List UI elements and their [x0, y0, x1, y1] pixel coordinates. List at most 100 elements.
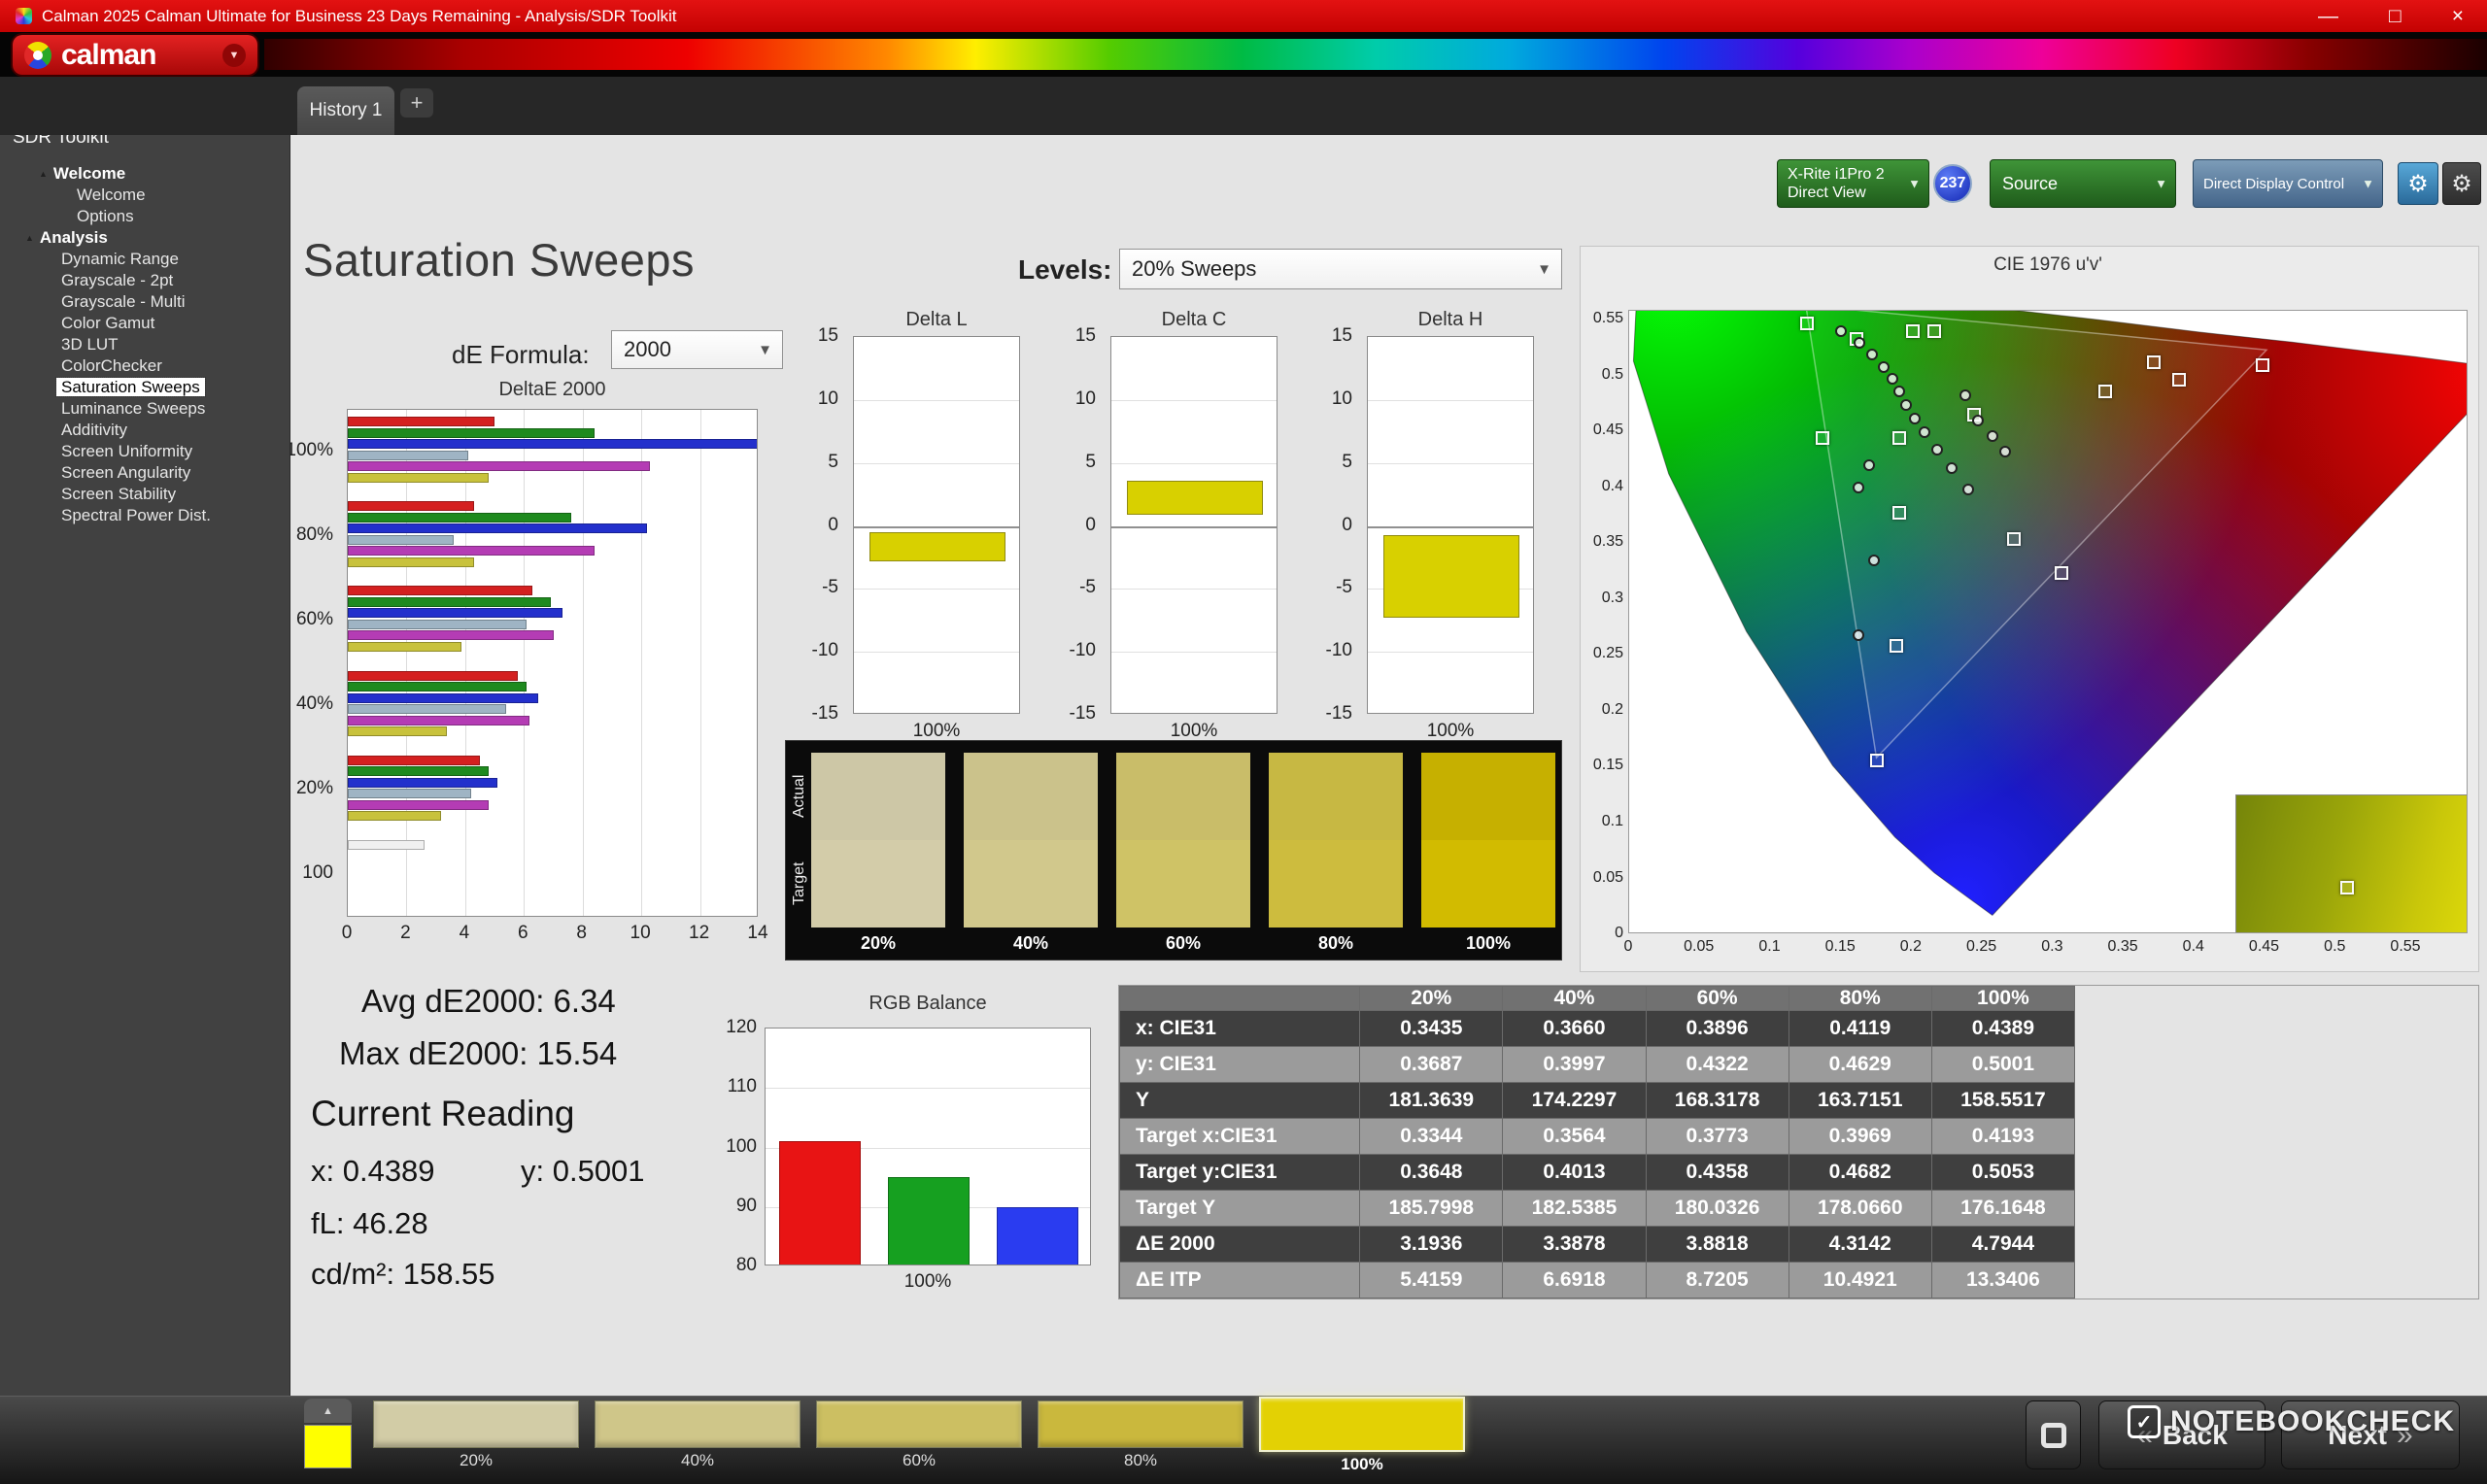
rgb-balance-chart: RGB Balance 120 110 100 90 80 100%: [679, 993, 1107, 1292]
axis-label: 0.3: [2041, 938, 2063, 955]
sidebar-item-grayscale-2pt[interactable]: Grayscale - 2pt: [0, 270, 290, 291]
tab-history-1[interactable]: History 1: [297, 86, 394, 135]
max-de2000-reading: Max dE2000: 15.54: [339, 1035, 618, 1071]
delta-h-x-label: 100%: [1426, 721, 1475, 741]
sidebar-item-color-gamut[interactable]: Color Gamut: [0, 313, 290, 334]
rainbow-strip: [264, 39, 2487, 70]
bar-blue: [348, 523, 648, 534]
sidebar-item-screen-uniformity[interactable]: Screen Uniformity: [0, 441, 290, 462]
sidebar-item-additivity[interactable]: Additivity: [0, 420, 290, 441]
sidebar-item-colorchecker[interactable]: ColorChecker: [0, 355, 290, 377]
tree-item-label: Welcome: [77, 186, 146, 204]
minimize-button[interactable]: —: [2318, 0, 2338, 32]
next-label: Next: [2328, 1419, 2387, 1450]
measurement-marker: [1892, 385, 1905, 397]
chart-title: RGB Balance: [869, 993, 987, 1014]
pattern-level-40[interactable]: 40%: [595, 1400, 801, 1474]
table-row: x: CIE31 0.3435 0.3660 0.3896 0.4119 0.4389: [1118, 1010, 2076, 1047]
stop-button[interactable]: [2026, 1400, 2081, 1469]
target-marker: [2171, 373, 2186, 388]
logo-menu-button[interactable]: ▼: [222, 43, 246, 67]
levels-select[interactable]: 20% Sweeps ▼: [1119, 249, 1562, 289]
de-formula-select[interactable]: 2000 ▼: [611, 330, 783, 369]
tree-item-label: Spectral Power Dist.: [61, 506, 211, 524]
axis-label: 0.25: [1592, 645, 1623, 662]
axis-label: 0.5: [2324, 938, 2346, 955]
deltae2000-plot: [347, 409, 758, 917]
de-formula-value: 2000: [624, 337, 671, 361]
measurement-marker: [1945, 462, 1958, 475]
bar-green: [348, 766, 489, 777]
active-pattern-chip[interactable]: [304, 1425, 352, 1468]
pattern-level-100[interactable]: 100%: [1259, 1397, 1465, 1474]
bar-yellow: [348, 811, 442, 822]
axis-label: 80: [735, 1255, 757, 1275]
sidebar-item-grayscale-multi[interactable]: Grayscale - Multi: [0, 291, 290, 313]
axis-label: 0.25: [1966, 938, 1997, 955]
bar-yellow: [348, 472, 489, 483]
sidebar-item-dynamic-range[interactable]: Dynamic Range: [0, 249, 290, 270]
bar-red: [348, 670, 519, 681]
target-marker: [2006, 531, 2021, 546]
sidebar-item-options[interactable]: Options: [0, 206, 290, 227]
target-swatch: [1269, 840, 1403, 928]
pattern-level-20[interactable]: 20%: [373, 1400, 579, 1474]
current-x-reading: x: 0.4389: [311, 1154, 435, 1188]
axis-label: 14: [747, 923, 768, 943]
sidebar-item-luminance-sweeps[interactable]: Luminance Sweeps: [0, 398, 290, 420]
sidebar-item-welcome[interactable]: Welcome: [0, 185, 290, 206]
bar-magenta: [348, 461, 651, 471]
chart-title: Delta L: [905, 309, 968, 330]
axis-label: 0.2: [1899, 938, 1923, 955]
axis-label: 90: [735, 1195, 757, 1216]
axis-label: 4: [459, 923, 470, 943]
maximize-button[interactable]: □: [2389, 0, 2402, 32]
sidebar-item-3d-lut[interactable]: 3D LUT: [0, 334, 290, 355]
preferences-gear-button[interactable]: ⚙: [2442, 162, 2481, 205]
tree-group-welcome[interactable]: ▲ Welcome: [0, 163, 290, 185]
actual-swatch: [1421, 753, 1555, 840]
table-header-cell: 60%: [1645, 986, 1789, 1011]
pattern-level-60[interactable]: 60%: [816, 1400, 1022, 1474]
display-control-dropdown[interactable]: Direct Display Control ▼: [2193, 159, 2383, 208]
axis-label: 110: [727, 1076, 757, 1097]
tree-group-analysis[interactable]: ▲ Analysis: [0, 227, 290, 249]
meter-dropdown[interactable]: X-Rite i1Pro 2 Direct View ▼: [1777, 159, 1929, 208]
source-dropdown[interactable]: Source ▼: [1990, 159, 2176, 208]
table-header-cell: 40%: [1502, 986, 1647, 1011]
axis-label: 0.3: [1601, 589, 1623, 606]
sidebar-item-spectral-power-dist[interactable]: Spectral Power Dist.: [0, 505, 290, 526]
pattern-level-80[interactable]: 80%: [1038, 1400, 1244, 1474]
measurement-marker: [1972, 414, 1985, 426]
sidebar-item-saturation-sweeps[interactable]: Saturation Sweeps: [0, 377, 290, 398]
target-swatch: [1421, 840, 1555, 928]
gridline-horizontal: [1111, 525, 1277, 528]
bar-magenta: [348, 630, 554, 641]
tree-item-label: Color Gamut: [61, 314, 155, 332]
table-cell: 0.4322: [1645, 1046, 1789, 1083]
axis-label: -5: [822, 577, 838, 598]
row-label: y: CIE31: [1118, 1046, 1361, 1083]
actual-swatch: [811, 753, 945, 840]
tree-item-label: Grayscale - 2pt: [61, 271, 174, 289]
table-cell: 0.4682: [1788, 1154, 1932, 1191]
table-cell: 174.2297: [1502, 1082, 1647, 1119]
back-button[interactable]: « Back: [2098, 1400, 2266, 1469]
table-row: Target x:CIE31 0.3344 0.3564 0.3773 0.3969 0.…: [1118, 1118, 2076, 1155]
close-button[interactable]: ×: [2452, 0, 2464, 32]
add-tab-button[interactable]: +: [400, 88, 433, 118]
target-swatch: [1116, 840, 1250, 928]
target-marker: [1800, 316, 1815, 330]
app-icon: [16, 8, 32, 24]
table-cell: 0.3997: [1502, 1046, 1647, 1083]
row-label: x: CIE31: [1118, 1010, 1361, 1047]
sidebar-item-screen-stability[interactable]: Screen Stability: [0, 484, 290, 505]
gridline-horizontal: [854, 462, 1019, 464]
bar-blue: [348, 439, 757, 449]
axis-label: 0.05: [1592, 868, 1623, 886]
next-button[interactable]: Next »: [2281, 1400, 2460, 1469]
settings-gear-button[interactable]: ⚙: [2398, 162, 2438, 205]
pattern-tray-handle[interactable]: ▲: [304, 1399, 352, 1423]
sidebar-item-screen-angularity[interactable]: Screen Angularity: [0, 462, 290, 484]
calman-pinwheel-icon: [24, 41, 51, 69]
